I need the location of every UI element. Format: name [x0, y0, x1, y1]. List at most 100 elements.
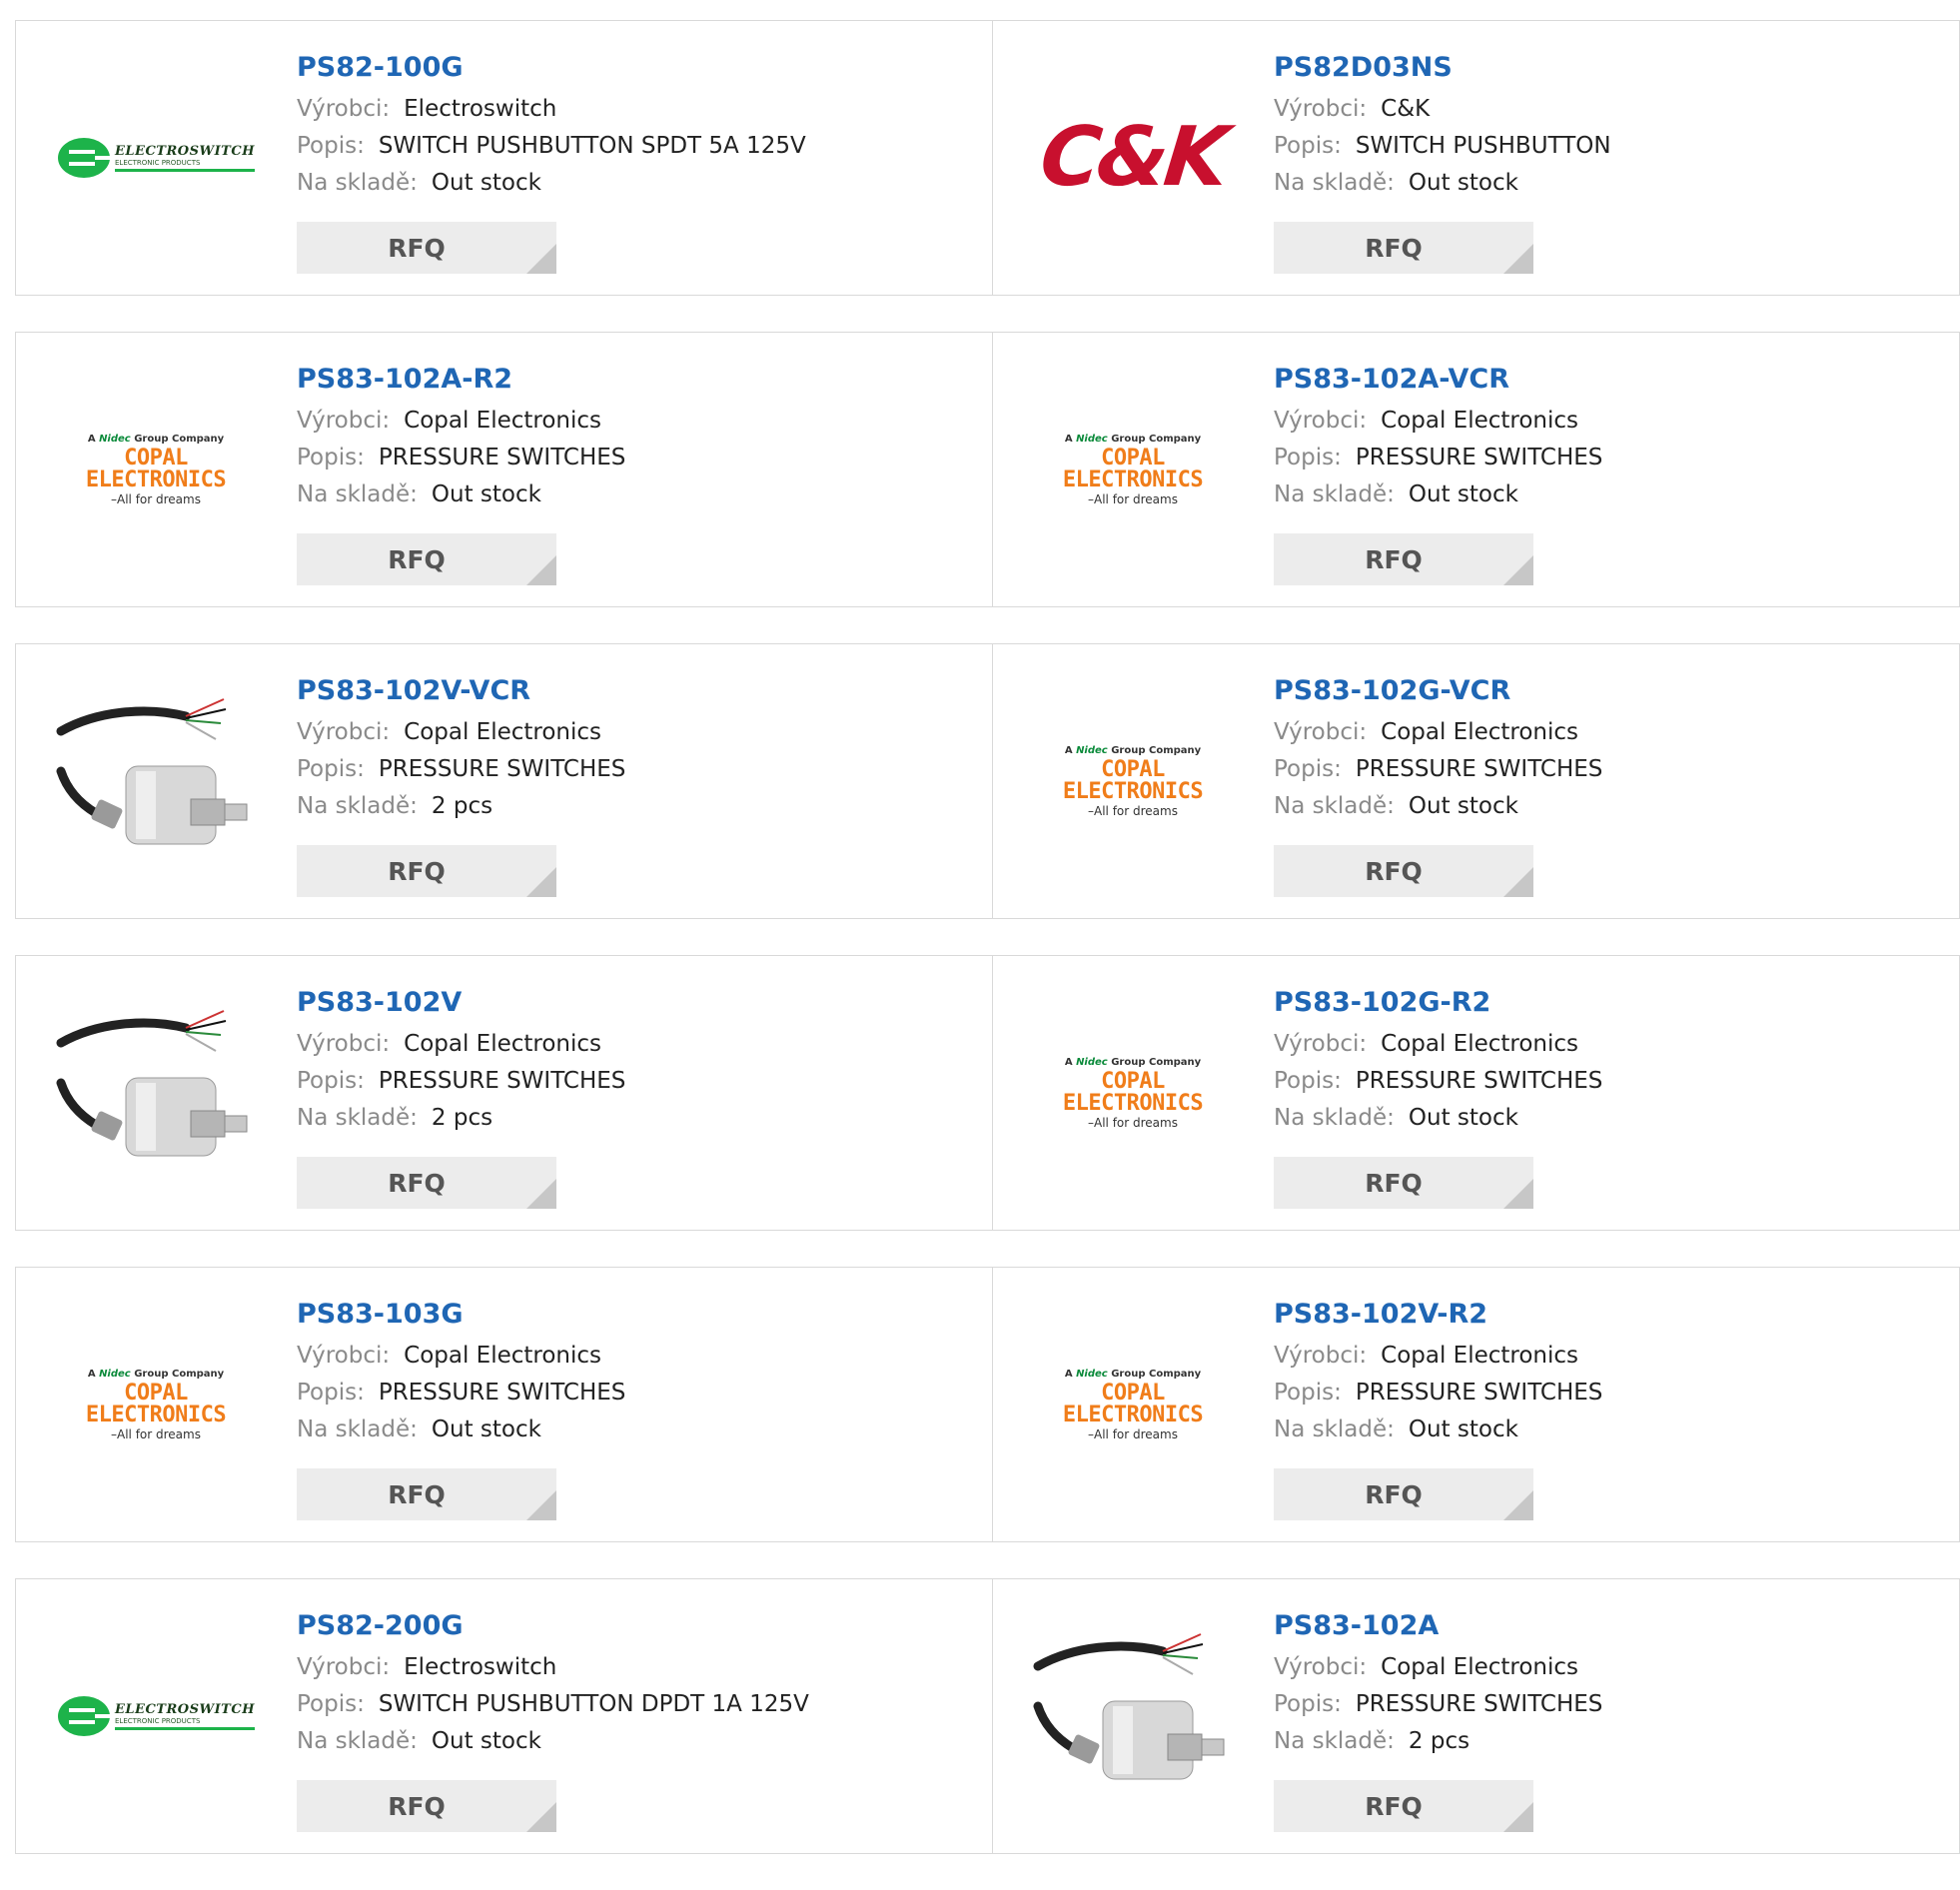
manufacturer-label: Výrobci:	[297, 719, 391, 745]
copal-logo: A Nidec Group Company COPAL ELECTRONICS …	[1033, 434, 1233, 505]
stock-value: Out stock	[431, 1728, 541, 1754]
manufacturer-value: Copal Electronics	[404, 719, 602, 745]
manufacturer-label: Výrobci:	[1274, 408, 1368, 434]
description-line: Popis: PRESSURE SWITCHES	[1274, 440, 1602, 476]
product-part-number-link[interactable]: PS82-100G	[297, 51, 806, 85]
manufacturer-line: Výrobci: Copal Electronics	[1274, 1649, 1602, 1686]
stock-label: Na skladě:	[1274, 1728, 1395, 1754]
product-image[interactable]	[56, 1003, 256, 1183]
rfq-button[interactable]: RFQ	[1274, 845, 1533, 897]
manufacturer-line: Výrobci: Copal Electronics	[297, 1026, 625, 1063]
rfq-button[interactable]: RFQ	[297, 1157, 556, 1209]
product-image[interactable]: A Nidec Group Company COPAL ELECTRONICS …	[56, 1315, 256, 1494]
rfq-button[interactable]: RFQ	[1274, 1780, 1533, 1832]
description-line: Popis: PRESSURE SWITCHES	[297, 751, 625, 788]
product-part-number-link[interactable]: PS83-102V	[297, 986, 625, 1020]
rfq-button[interactable]: RFQ	[1274, 1157, 1533, 1209]
description-value: PRESSURE SWITCHES	[1355, 756, 1603, 782]
stock-value: Out stock	[431, 1417, 541, 1442]
description-label: Popis:	[1274, 445, 1342, 471]
product-image[interactable]	[56, 691, 256, 871]
stock-value: 2 pcs	[431, 1105, 493, 1131]
product-card: A Nidec Group Company COPAL ELECTRONICS …	[993, 643, 1960, 919]
description-value: PRESSURE SWITCHES	[1355, 445, 1603, 471]
copal-logo-main: COPAL ELECTRONICS	[1062, 1380, 1204, 1427]
product-part-number-link[interactable]: PS82D03NS	[1274, 51, 1611, 85]
product-row: A Nidec Group Company COPAL ELECTRONICS …	[15, 1267, 1960, 1542]
copal-logo: A Nidec Group Company COPAL ELECTRONICS …	[1033, 1369, 1233, 1440]
pressure-sensor-photo	[56, 1010, 248, 1157]
stock-label: Na skladě:	[297, 1417, 418, 1442]
description-value: SWITCH PUSHBUTTON	[1355, 133, 1611, 159]
product-image[interactable]: ELECTROSWITCH ELECTRONIC PRODUCTS	[56, 1626, 256, 1806]
product-card: ELECTROSWITCH ELECTRONIC PRODUCTS PS82-2…	[15, 1578, 993, 1854]
description-line: Popis: PRESSURE SWITCHES	[297, 440, 625, 476]
rfq-button[interactable]: RFQ	[1274, 533, 1533, 585]
product-card: PS83-102V-VCR Výrobci: Copal Electronics …	[15, 643, 993, 919]
product-card: PS83-102A Výrobci: Copal Electronics Popi…	[993, 1578, 1960, 1854]
manufacturer-line: Výrobci: Copal Electronics	[297, 714, 625, 751]
description-line: Popis: SWITCH PUSHBUTTON	[1274, 128, 1611, 165]
rfq-button[interactable]: RFQ	[297, 1780, 556, 1832]
product-info: PS83-102V-R2 Výrobci: Copal Electronics P…	[1274, 1298, 1602, 1448]
rfq-button[interactable]: RFQ	[297, 845, 556, 897]
product-card: A Nidec Group Company COPAL ELECTRONICS …	[993, 1267, 1960, 1542]
stock-line: Na skladě: Out stock	[297, 1723, 809, 1760]
rfq-button[interactable]: RFQ	[297, 533, 556, 585]
product-image[interactable]: A Nidec Group Company COPAL ELECTRONICS …	[1033, 691, 1233, 871]
description-label: Popis:	[1274, 1068, 1342, 1094]
stock-line: Na skladě: 2 pcs	[297, 1100, 625, 1137]
product-part-number-link[interactable]: PS83-102V-VCR	[297, 674, 625, 708]
description-value: PRESSURE SWITCHES	[378, 1068, 626, 1094]
product-part-number-link[interactable]: PS83-103G	[297, 1298, 625, 1332]
product-part-number-link[interactable]: PS83-102A-R2	[297, 363, 625, 397]
product-part-number-link[interactable]: PS83-102A	[1274, 1609, 1602, 1643]
description-label: Popis:	[1274, 1691, 1342, 1717]
product-part-number-link[interactable]: PS82-200G	[297, 1609, 809, 1643]
product-image[interactable]	[1033, 1626, 1233, 1806]
product-info: PS83-102A-VCR Výrobci: Copal Electronics …	[1274, 363, 1602, 513]
product-part-number-link[interactable]: PS83-102A-VCR	[1274, 363, 1602, 397]
product-part-number-link[interactable]: PS83-102G-VCR	[1274, 674, 1602, 708]
rfq-button[interactable]: RFQ	[1274, 222, 1533, 274]
manufacturer-label: Výrobci:	[1274, 1031, 1368, 1057]
description-line: Popis: PRESSURE SWITCHES	[1274, 1063, 1602, 1100]
stock-label: Na skladě:	[297, 793, 418, 819]
manufacturer-line: Výrobci: Copal Electronics	[1274, 714, 1602, 751]
stock-line: Na skladě: Out stock	[1274, 476, 1602, 513]
product-info: PS83-102G-R2 Výrobci: Copal Electronics P…	[1274, 986, 1602, 1137]
product-card: A Nidec Group Company COPAL ELECTRONICS …	[15, 332, 993, 607]
manufacturer-value: C&K	[1381, 96, 1431, 122]
rfq-label: RFQ	[1365, 1479, 1423, 1509]
product-image[interactable]: A Nidec Group Company COPAL ELECTRONICS …	[56, 380, 256, 559]
description-line: Popis: PRESSURE SWITCHES	[297, 1063, 625, 1100]
product-image[interactable]: A Nidec Group Company COPAL ELECTRONICS …	[1033, 380, 1233, 559]
manufacturer-line: Výrobci: Copal Electronics	[1274, 403, 1602, 440]
manufacturer-value: Electroswitch	[404, 1654, 557, 1680]
manufacturer-label: Výrobci:	[297, 1654, 391, 1680]
product-image[interactable]: ELECTROSWITCH ELECTRONIC PRODUCTS	[56, 68, 256, 248]
copal-logo: A Nidec Group Company COPAL ELECTRONICS …	[1033, 1057, 1233, 1129]
product-row: PS83-102V Výrobci: Copal Electronics Popi…	[15, 955, 1960, 1231]
description-line: Popis: PRESSURE SWITCHES	[297, 1375, 625, 1412]
product-image[interactable]: C&K	[1033, 68, 1233, 248]
manufacturer-value: Electroswitch	[404, 96, 557, 122]
stock-value: Out stock	[1408, 481, 1518, 507]
electroswitch-logo-title: ELECTROSWITCH	[115, 1702, 255, 1717]
rfq-button[interactable]: RFQ	[297, 222, 556, 274]
rfq-label: RFQ	[1365, 856, 1423, 886]
rfq-button[interactable]: RFQ	[1274, 1468, 1533, 1520]
description-value: PRESSURE SWITCHES	[378, 445, 626, 471]
electroswitch-logo-subtitle: ELECTRONIC PRODUCTS	[115, 1717, 201, 1725]
stock-label: Na skladě:	[1274, 1105, 1395, 1131]
product-part-number-link[interactable]: PS83-102G-R2	[1274, 986, 1602, 1020]
rfq-button[interactable]: RFQ	[297, 1468, 556, 1520]
product-part-number-link[interactable]: PS83-102V-R2	[1274, 1298, 1602, 1332]
rfq-label: RFQ	[1365, 233, 1423, 263]
product-image[interactable]: A Nidec Group Company COPAL ELECTRONICS …	[1033, 1003, 1233, 1183]
description-line: Popis: PRESSURE SWITCHES	[1274, 751, 1602, 788]
stock-label: Na skladě:	[297, 481, 418, 507]
product-info: PS83-102G-VCR Výrobci: Copal Electronics …	[1274, 674, 1602, 825]
stock-label: Na skladě:	[1274, 170, 1395, 196]
product-image[interactable]: A Nidec Group Company COPAL ELECTRONICS …	[1033, 1315, 1233, 1494]
